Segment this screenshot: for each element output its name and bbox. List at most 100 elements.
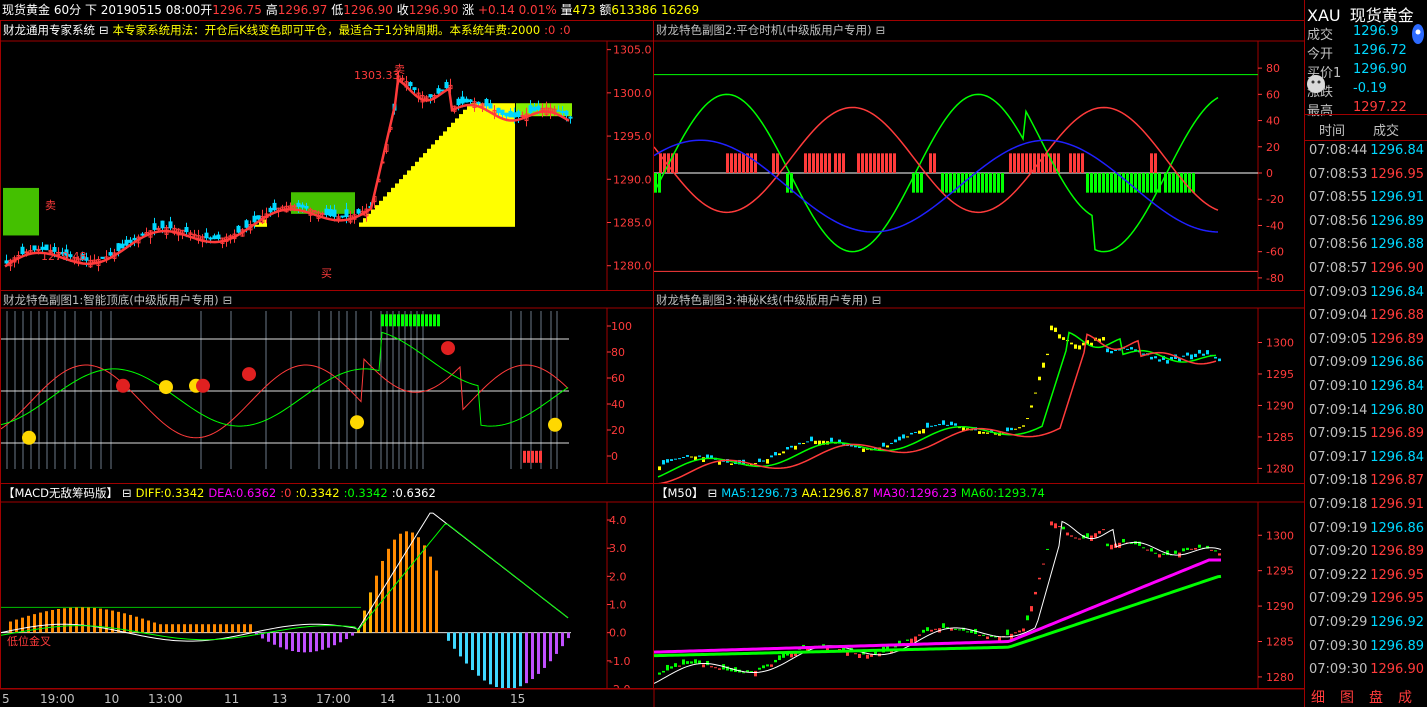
macd-histogram-bar: [237, 624, 240, 633]
signal-bar: [455, 118, 459, 227]
trade-row: 07:09:09 1296.86: [1305, 355, 1427, 379]
macd-histogram-bar: [369, 592, 372, 633]
red-bar: [1009, 153, 1012, 173]
red-bar: [873, 153, 876, 173]
candle-body: [496, 107, 501, 114]
trade-time: 07:09:29: [1309, 615, 1368, 630]
candle-body: [152, 223, 157, 230]
candle-body: [1198, 544, 1201, 548]
candle-body: [168, 221, 173, 229]
trade-price: 1296.84: [1370, 379, 1424, 394]
red-bar: [1029, 153, 1032, 173]
candle-body: [1054, 523, 1057, 529]
sell-marker: 卖: [394, 63, 405, 76]
side-tabs: 细图盘成: [1305, 687, 1427, 707]
top-signal-bar: [413, 314, 416, 327]
ma-chart[interactable]: 1300 1295 1290 1285 1280: [654, 484, 1305, 689]
macd-histogram-bar: [339, 632, 342, 643]
candle-body: [1122, 538, 1125, 543]
candle-body: [946, 424, 949, 426]
trade-price: 1296.89: [1370, 638, 1424, 654]
quote-key: 成交: [1307, 28, 1334, 43]
sub2-panel[interactable]: 财龙特色副图2:平仓时机(中级版用户专用) ⊟ 80 60 40 20 0 -20 -40 -6…: [653, 20, 1305, 291]
candle-body: [930, 629, 933, 632]
side-tab[interactable]: 细: [1311, 687, 1325, 707]
red-bar: [675, 153, 678, 173]
macd-tick-label: 1.0: [609, 599, 627, 612]
candle-body: [1042, 563, 1045, 565]
macd-histogram-bar: [345, 632, 348, 640]
candle-body: [906, 639, 909, 641]
side-tab[interactable]: 图: [1340, 687, 1354, 707]
time-tick-label: 11:00: [426, 692, 461, 706]
sub1-chart[interactable]: 100 80 60 40 20 0: [1, 291, 654, 484]
period[interactable]: 60分: [54, 3, 81, 17]
top-signal-dot: [196, 378, 210, 393]
trade-price: 1296.89: [1370, 331, 1424, 347]
green-bar: [920, 173, 923, 193]
sub3-chart[interactable]: 1300 1295 1290 1285 1280: [654, 291, 1305, 484]
trade-row: 07:09:05 1296.89: [1305, 332, 1427, 356]
dea-line: [1, 523, 569, 641]
macd-histogram-bar: [327, 632, 330, 648]
green-bar: [957, 173, 960, 193]
macd-histogram-bar: [129, 614, 132, 633]
macd-panel[interactable]: 【MACD无敌筹码版】 ⊟ DIFF:0.3342 DEA:0.6362:0:0.33…: [0, 483, 654, 689]
trade-row: 07:09:10 1296.84: [1305, 379, 1427, 403]
candle-body: [132, 237, 137, 241]
main-candle-chart[interactable]: 1305.0 1300.0 1295.0 1290.0 1285.0 1280.0 1303…: [1, 21, 654, 291]
ma-tick-label: 1295: [1266, 565, 1294, 578]
candle-body: [24, 251, 29, 254]
top-signal-bar: [417, 314, 420, 327]
macd-tick-label: 0.0: [609, 627, 627, 640]
red-bar: [893, 153, 896, 173]
candle-body: [1006, 629, 1009, 636]
trade-price: 1296.91: [1370, 497, 1424, 512]
candle-body: [1102, 529, 1105, 531]
side-tab[interactable]: 盘: [1369, 687, 1383, 707]
signal-bar: [255, 224, 259, 227]
side-tab[interactable]: 成: [1398, 687, 1412, 707]
trade-row: 07:09:15 1296.89: [1305, 426, 1427, 450]
red-bar: [881, 153, 884, 173]
macd-histogram-bar: [147, 620, 150, 633]
macd-histogram-bar: [39, 612, 42, 633]
green-bar: [981, 173, 984, 193]
macd-histogram-bar: [165, 624, 168, 633]
green-bar: [1130, 173, 1133, 193]
quote-key: 最高: [1307, 104, 1334, 119]
red-bar: [776, 153, 779, 173]
top-signal-bar: [381, 314, 384, 327]
signal-bar: [503, 103, 507, 227]
sub3-tick-label: 1295: [1266, 368, 1294, 381]
candle-body: [1070, 342, 1073, 345]
red-bar: [838, 153, 841, 173]
candle-body: [140, 233, 145, 236]
main-chart-panel[interactable]: 财龙通用专家系统 ⊟ 本专家系统用法：开仓后K线变色即可平仓，最适合于1分钟周期。本…: [0, 20, 654, 291]
ma-tick-label: 1285: [1266, 636, 1294, 649]
green-bar: [786, 173, 789, 193]
top-signal-bar: [389, 314, 392, 327]
red-bar: [933, 153, 936, 173]
sub2-tick-label: -20: [1266, 193, 1284, 206]
signal-bar: [387, 192, 391, 227]
macd-chart[interactable]: 4.03.02.01.00.0-1.0-2.0低位金叉: [1, 484, 654, 689]
green-bar: [1138, 173, 1141, 193]
candle-body: [324, 208, 329, 216]
macd-histogram-bar: [291, 632, 294, 652]
sub3-panel[interactable]: 财龙特色副图3:神秘K线(中级版用户专用) ⊟ 1300 1295 1290 1285 1…: [653, 290, 1305, 484]
macd-histogram-bar: [411, 532, 414, 633]
candle-body: [1194, 353, 1197, 358]
candle-body: [124, 239, 129, 246]
high-value: 1296.97: [277, 3, 328, 17]
macd-histogram-bar: [543, 632, 546, 668]
candle-body: [356, 209, 361, 214]
candle-body: [714, 667, 717, 669]
macd-histogram-bar: [483, 632, 486, 681]
rocket-icon[interactable]: [1409, 22, 1427, 48]
sub1-panel[interactable]: 财龙特色副图1:智能顶底(中级版用户专用) ⊟ 100 80 60 40 20 0: [0, 290, 654, 484]
candle-body: [216, 234, 221, 240]
sub2-chart[interactable]: 80 60 40 20 0 -20 -40 -60 -80: [654, 21, 1305, 291]
ma-panel[interactable]: 【M50】 ⊟ MA5:1296.73 AA:1296.87 MA30:1296.23 M…: [653, 483, 1305, 689]
trade-row: 07:09:14 1296.80: [1305, 403, 1427, 427]
